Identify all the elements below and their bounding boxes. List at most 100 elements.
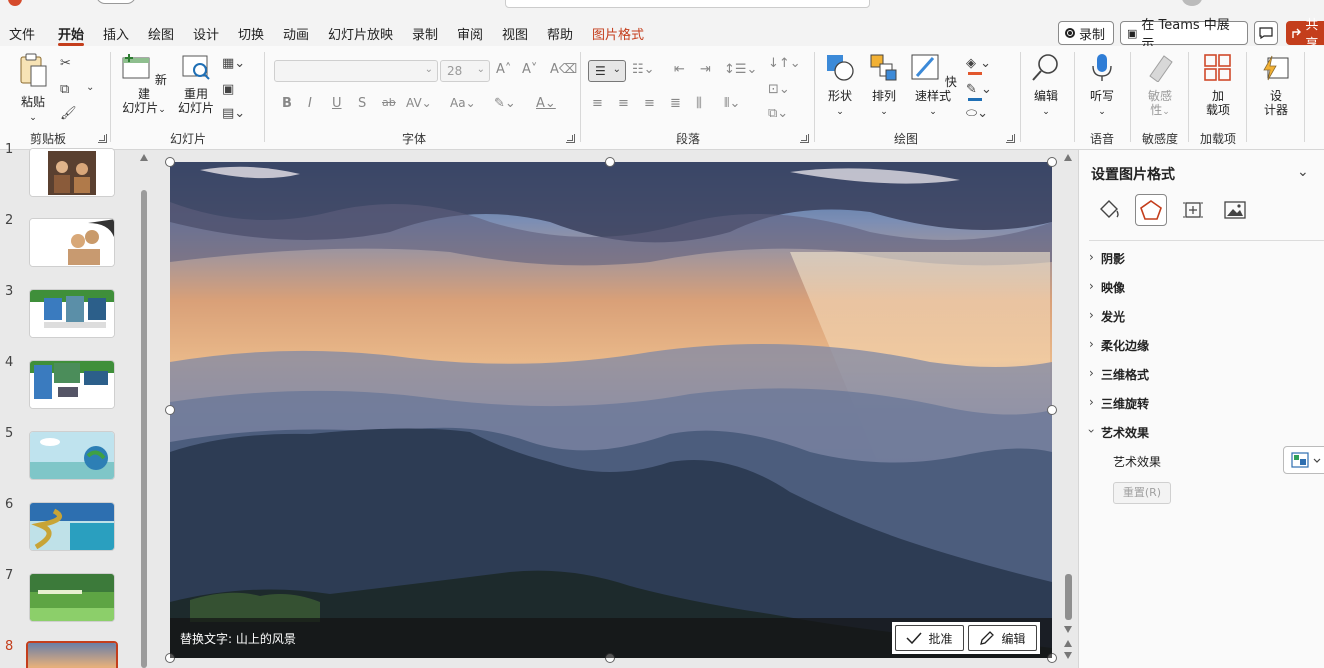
shape-effects-icon[interactable]: ⬭⌄ [966,106,988,121]
section-soft-edges[interactable]: › 柔化边缘 [1089,337,1149,354]
reset-button[interactable]: 重置(R) [1113,482,1171,504]
autosave-toggle[interactable] [96,0,136,4]
sensitivity-button[interactable]: 敏感 性⌄ [1140,52,1180,119]
size-properties-tab[interactable] [1177,194,1209,226]
bullets-button[interactable]: ☰ ⌄ [588,60,626,82]
addins-button[interactable]: 加 载项 [1196,52,1240,117]
bold-icon[interactable]: B [282,96,292,111]
tab-draw[interactable]: 绘图 [148,24,174,44]
slide-thumbnail-1[interactable] [29,148,115,197]
drawing-launcher[interactable] [1006,134,1015,143]
share-button[interactable]: 共享 [1286,18,1324,52]
highlight-icon[interactable]: ✎⌄ [494,96,516,111]
avatar[interactable] [1182,0,1202,6]
decrease-font-icon[interactable]: A˅ [522,62,537,77]
shape-outline-icon[interactable]: ✎ ⌄ [966,82,992,97]
arrange-button[interactable]: 排列 ⌄ [866,52,902,119]
slide-thumbnail-7[interactable] [29,573,115,622]
record-button[interactable]: 录制 [1058,21,1114,45]
slide-thumbnail-5[interactable] [29,431,115,480]
present-in-teams-button[interactable]: ▣ 在 Teams 中展示 [1120,18,1248,52]
font-name-combo[interactable]: ⌄ [274,60,438,82]
shapes-button[interactable]: 形状 ⌄ [822,52,858,119]
previous-slide-arrow[interactable] [1064,640,1072,647]
scroll-up-arrow[interactable] [1064,154,1072,161]
shadow-text-icon[interactable]: S [358,96,366,111]
tab-record[interactable]: 录制 [412,24,438,44]
justify-icon[interactable]: ≣ [670,96,681,111]
paragraph-launcher[interactable] [800,134,809,143]
slide-thumbnail-3[interactable] [29,289,115,338]
reset-slide-icon[interactable]: ▣ [222,82,234,97]
chevron-down-icon[interactable]: ⌄ [86,82,94,93]
comments-button[interactable] [1254,21,1278,45]
dictate-button[interactable]: 听写 ⌄ [1084,52,1120,119]
quick-styles-button[interactable]: 快速样式 ⌄ [906,52,960,119]
increase-font-icon[interactable]: A˄ [496,62,511,77]
section-artistic-effects[interactable]: › 艺术效果 [1084,424,1149,441]
new-slide-button[interactable]: 新建 幻灯片⌄ [120,52,168,117]
resize-handle[interactable] [605,157,615,167]
section-3d-format[interactable]: › 三维格式 [1089,366,1149,383]
font-color-icon[interactable]: A⌄ [536,96,556,111]
clear-format-icon[interactable]: A⌫ [550,62,577,77]
tab-review[interactable]: 审阅 [457,24,483,44]
search-box[interactable] [505,0,870,8]
designer-button[interactable]: 设 计器 [1256,52,1296,117]
section-glow[interactable]: › 发光 [1089,308,1125,325]
edit-alt-text-button[interactable]: 编辑 [968,625,1037,651]
shape-fill-icon[interactable]: ◈ ⌄ [966,56,991,71]
resize-handle[interactable] [165,157,175,167]
section-reflection[interactable]: › 映像 [1089,279,1125,296]
align-text-icon[interactable]: ⊡⌄ [768,82,790,97]
increase-indent-icon[interactable]: ⇥ [700,62,711,77]
copy-icon[interactable]: ⧉ [60,82,69,97]
decrease-indent-icon[interactable]: ⇤ [674,62,685,77]
tab-animations[interactable]: 动画 [283,24,309,44]
slide-thumbnail-6[interactable] [29,502,115,551]
resize-handle[interactable] [1047,405,1057,415]
convert-smartart-icon[interactable]: ⧉⌄ [768,106,788,121]
align-right-icon[interactable]: ≡ [644,96,655,111]
font-size-combo[interactable]: 28 ⌄ [440,60,490,82]
distributed-icon[interactable]: ⫼ [696,96,702,111]
fill-line-tab[interactable] [1093,194,1125,226]
scroll-down-arrow[interactable] [1064,626,1072,633]
tab-insert[interactable]: 插入 [103,24,129,44]
section-shadow[interactable]: › 阴影 [1089,250,1125,267]
next-slide-arrow[interactable] [1064,652,1072,659]
tab-slideshow[interactable]: 幻灯片放映 [328,24,393,44]
slide-thumbnail-8[interactable] [26,641,118,668]
cut-icon[interactable]: ✂ [60,56,71,71]
tab-design[interactable]: 设计 [193,24,219,44]
section-icon[interactable]: ▤⌄ [222,106,245,121]
scroll-up-arrow[interactable] [140,154,148,161]
text-direction-icon[interactable]: ↓↑⌄ [768,56,801,71]
underline-icon[interactable]: U [332,96,342,111]
italic-icon[interactable]: I [308,96,312,111]
tab-transitions[interactable]: 切换 [238,24,264,44]
paste-button[interactable]: 粘贴 ⌄ [16,52,50,125]
resize-handle[interactable] [1047,157,1057,167]
align-left-icon[interactable]: ≡ [592,96,603,111]
canvas-scrollbar-thumb[interactable] [1065,574,1072,620]
slide-thumbnail-4[interactable] [29,360,115,409]
numbering-icon[interactable]: ☷⌄ [632,62,655,77]
align-center-icon[interactable]: ≡ [618,96,629,111]
tab-help[interactable]: 帮助 [547,24,573,44]
picture-tab[interactable] [1219,194,1251,226]
thumbnails-scrollbar[interactable] [141,190,147,668]
resize-handle[interactable] [165,405,175,415]
tab-home[interactable]: 开始 [58,24,85,46]
format-painter-icon[interactable]: 🖌 [60,106,77,121]
section-3d-rotation[interactable]: › 三维旋转 [1089,395,1149,412]
line-spacing-icon[interactable]: ↕☰⌄ [724,62,757,77]
effects-tab[interactable] [1135,194,1167,226]
tab-picture-format[interactable]: 图片格式 [592,24,644,44]
reuse-slides-button[interactable]: 重用 幻灯片 [176,52,216,115]
chevron-down-icon[interactable]: ⌄ [1297,164,1309,180]
clipboard-launcher[interactable] [98,134,107,143]
font-launcher[interactable] [566,134,575,143]
selected-picture[interactable] [170,162,1052,658]
layout-icon[interactable]: ▦⌄ [222,56,245,71]
